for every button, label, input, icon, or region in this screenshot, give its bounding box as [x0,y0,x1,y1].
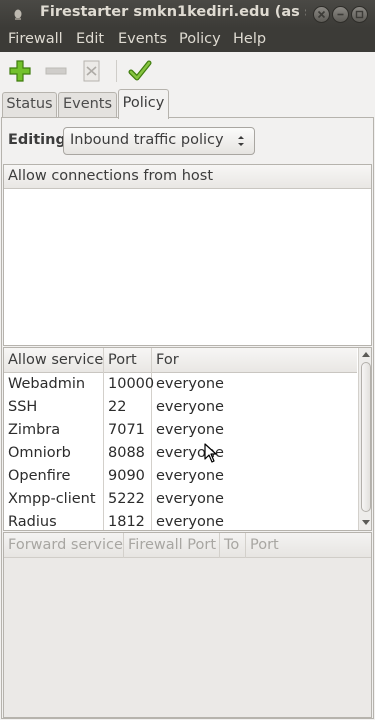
forward-table-header: Forward service Firewall Port To Port [4,533,371,558]
close-button[interactable] [313,6,330,23]
column-header-for[interactable]: For [156,352,179,368]
menu-policy[interactable]: Policy [179,31,221,47]
services-table-header: Allow service Port For [4,348,357,373]
scrollbar-thumb[interactable] [361,362,371,512]
table-row[interactable]: Xmpp-client 5222 everyone [4,489,357,512]
edit-rule-button[interactable] [79,58,107,84]
column-header-forward-port: Port [250,537,279,553]
plus-icon [9,60,31,82]
services-scrollbar[interactable] [358,348,371,530]
menu-events[interactable]: Events [118,31,167,47]
column-header-allow-service[interactable]: Allow service [8,352,103,368]
updown-arrows-icon [238,136,244,146]
allowed-hosts-table[interactable]: Allow connections from host [3,164,372,346]
mouse-pointer-icon [204,443,217,463]
toolbar [0,52,375,90]
tab-events[interactable]: Events [58,92,117,118]
column-header-to: To [224,537,240,553]
service-name: SSH [8,399,38,415]
service-name: Webadmin [8,376,86,392]
check-icon [128,60,152,81]
tab-status[interactable]: Status [2,92,57,118]
column-header-firewall-port: Firewall Port [128,537,217,553]
service-name: Omniorb [8,445,71,461]
column-header-port[interactable]: Port [108,352,137,368]
minimize-button[interactable] [332,6,349,23]
table-row[interactable]: Openfire 9090 everyone [4,466,357,489]
service-port: 8088 [108,445,145,461]
add-rule-button[interactable] [7,58,35,84]
tab-policy[interactable]: Policy [118,89,169,119]
service-port: 10000 [108,376,155,392]
edit-icon [83,60,100,82]
allow-host-header-label: Allow connections from host [8,168,214,184]
table-row[interactable]: Omniorb 8088 everyone [4,443,357,466]
policy-select[interactable]: Inbound traffic policy [63,127,255,155]
column-divider [245,533,246,558]
service-port: 7071 [108,422,145,438]
service-port: 5222 [108,491,145,507]
table-row[interactable]: Webadmin 10000 everyone [4,374,357,397]
service-port: 1812 [108,514,145,530]
service-for: everyone [156,376,224,392]
remove-rule-button[interactable] [43,58,71,84]
table-row[interactable]: Zimbra 7071 everyone [4,420,357,443]
minus-icon [45,67,67,75]
table-row[interactable]: Radius 1812 everyone [4,512,357,530]
service-for: everyone [156,468,224,484]
scroll-up-icon[interactable] [362,351,370,357]
minimize-icon [337,13,344,16]
menu-edit[interactable]: Edit [76,31,104,47]
service-port: 22 [108,399,127,415]
service-name: Zimbra [8,422,61,438]
menu-help[interactable]: Help [233,31,266,47]
editing-label: Editing [8,132,66,148]
maximize-icon [355,10,364,19]
apply-policy-button[interactable] [127,58,155,84]
service-for: everyone [156,514,224,530]
column-header-forward-service: Forward service [8,537,123,553]
menu-bar: Firewall Edit Events Policy Help [0,28,375,52]
firestarter-icon [10,6,26,22]
table-row[interactable]: SSH 22 everyone [4,397,357,420]
policy-select-value: Inbound traffic policy [70,132,224,148]
forward-services-table: Forward service Firewall Port To Port [3,532,372,718]
service-name: Xmpp-client [8,491,96,507]
toolbar-separator [116,60,117,82]
service-for: everyone [156,399,224,415]
service-name: Openfire [8,468,71,484]
service-port: 9090 [108,468,145,484]
title-bar[interactable]: Firestarter smkn1kediri.edu (as superuse… [0,0,375,28]
window-title: Firestarter smkn1kediri.edu (as superuse… [40,4,306,20]
close-icon [317,10,326,19]
scroll-down-icon[interactable] [362,520,370,526]
service-for: everyone [156,422,224,438]
maximize-button[interactable] [351,6,368,23]
column-header-allow-host[interactable]: Allow connections from host [4,165,371,189]
allowed-services-table[interactable]: Allow service Port For Webadmin 10000 ev… [3,347,372,531]
service-name: Radius [8,514,57,530]
column-divider [219,533,220,558]
column-divider [123,533,124,558]
service-for: everyone [156,491,224,507]
menu-firewall[interactable]: Firewall [8,31,63,47]
